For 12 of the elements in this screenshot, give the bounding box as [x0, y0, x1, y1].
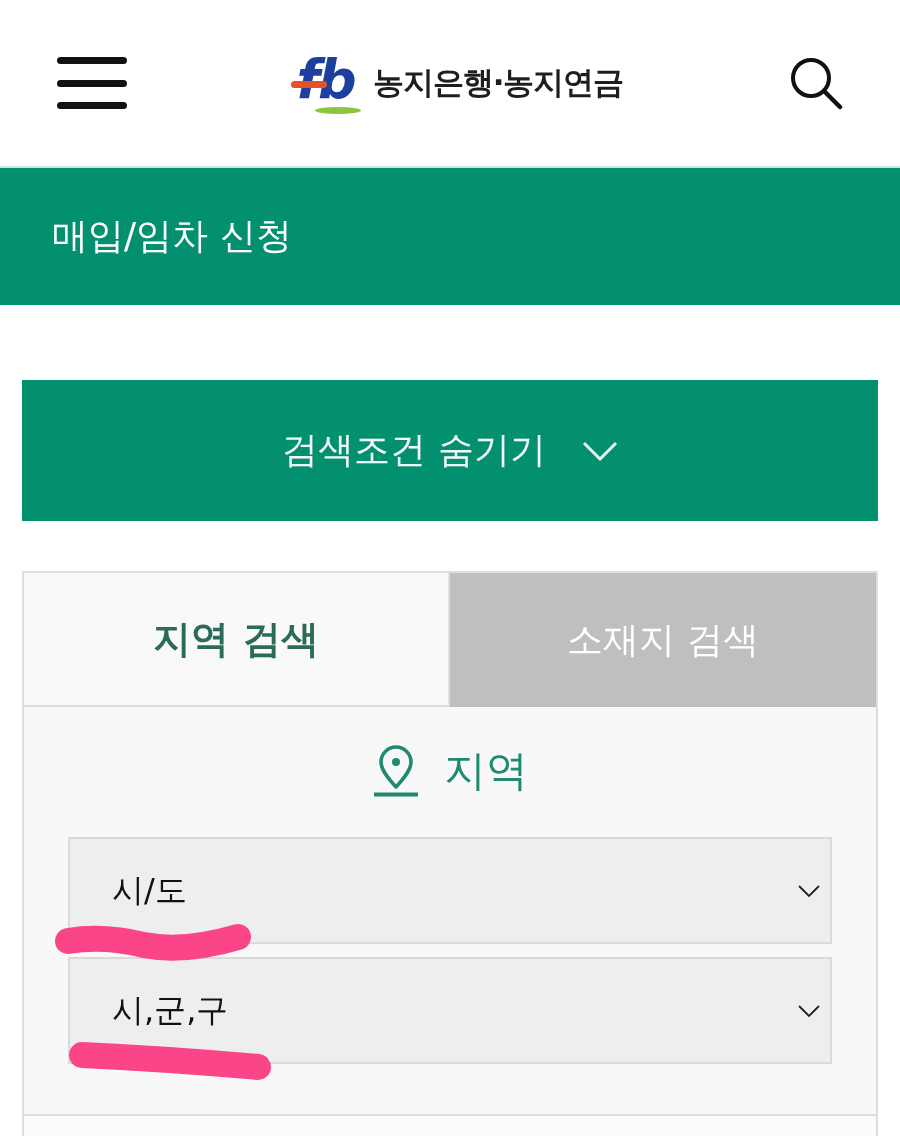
search-icon[interactable]	[789, 56, 843, 110]
page-title: 매입/임차 신청	[52, 214, 292, 258]
location-pin-icon	[372, 745, 420, 797]
menu-icon[interactable]	[57, 57, 127, 109]
search-toggle-button[interactable]: 검색조건 숨기기	[22, 380, 878, 521]
select-field[interactable]: 시,군,구	[68, 957, 832, 1064]
search-tab[interactable]: 지역 검색	[24, 573, 450, 707]
chevron-down-icon	[798, 1004, 820, 1017]
brand-name[interactable]: 농지은행·농지연금	[372, 62, 624, 104]
region-heading: 지역	[444, 745, 528, 797]
select-field[interactable]: 시/도	[68, 837, 832, 944]
chevron-down-icon	[798, 884, 820, 897]
